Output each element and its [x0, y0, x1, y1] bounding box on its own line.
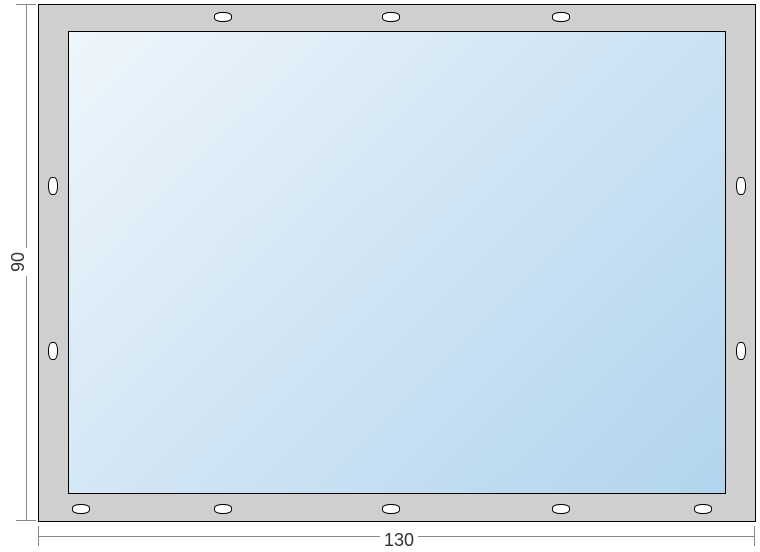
grommet — [552, 12, 570, 22]
dim-tick — [754, 526, 755, 546]
dim-tick — [16, 520, 36, 521]
grommet — [214, 12, 232, 22]
grommet — [694, 504, 712, 514]
grommet — [736, 177, 746, 195]
dim-width-label: 130 — [380, 530, 418, 551]
grommet — [48, 342, 58, 360]
grommet — [736, 342, 746, 360]
tarp-panel — [68, 31, 726, 494]
grommet — [552, 504, 570, 514]
grommet — [214, 504, 232, 514]
grommet — [382, 12, 400, 22]
tarp-diagram: 90 130 — [0, 0, 760, 552]
dim-height-label: 90 — [8, 248, 29, 276]
grommet — [382, 504, 400, 514]
grommet — [48, 177, 58, 195]
grommet — [72, 504, 90, 514]
